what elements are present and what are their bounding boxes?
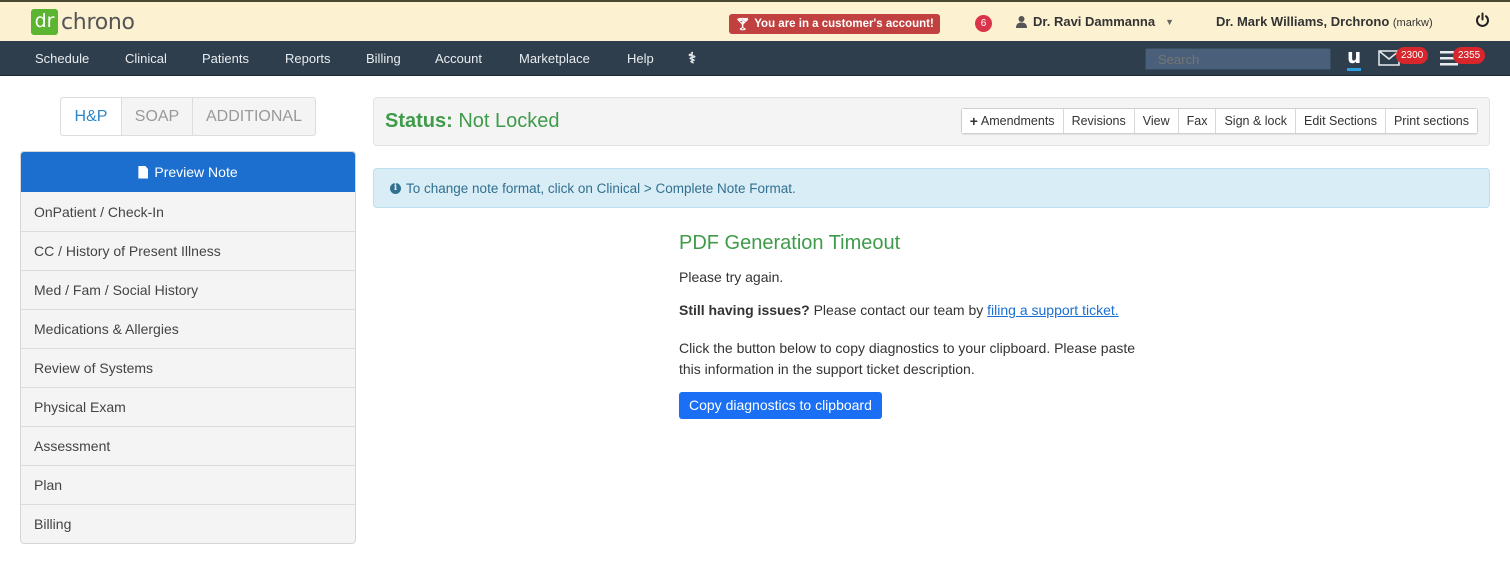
cocktail-glass-icon: 🍸︎: [735, 17, 751, 31]
copy-diagnostics-button[interactable]: Copy diagnostics to clipboard: [679, 392, 882, 419]
section-physical-exam[interactable]: Physical Exam: [21, 387, 355, 426]
note-section-list: Preview Note OnPatient / Check-In CC / H…: [20, 151, 356, 544]
notification-count-badge[interactable]: 6: [975, 15, 992, 32]
mail-count-badge[interactable]: 2300: [1396, 47, 1429, 64]
preview-note-button[interactable]: Preview Note: [21, 152, 355, 192]
caret-down-icon: ▼: [1165, 16, 1175, 27]
error-title: PDF Generation Timeout: [679, 232, 901, 254]
account-name-text: Dr. Mark Williams, Drchrono: [1216, 14, 1390, 29]
tasks-count-badge[interactable]: 2355: [1453, 47, 1486, 64]
section-assessment[interactable]: Assessment: [21, 426, 355, 465]
note-actions-toolbar: + Amendments Revisions View Fax Sign & l…: [960, 108, 1478, 134]
note-status: Status: Not Locked: [385, 110, 560, 133]
view-button[interactable]: View: [1134, 109, 1179, 133]
plus-icon: +: [969, 113, 978, 129]
current-user-name: Dr. Ravi Dammanna: [1033, 14, 1156, 29]
amendments-label: Amendments: [980, 114, 1055, 128]
preview-note-label: Preview Note: [154, 164, 238, 180]
caduceus-icon[interactable]: ⚕︎: [688, 49, 696, 67]
note-status-bar: Status: Not Locked + Amendments Revision…: [373, 97, 1490, 146]
nav-clinical[interactable]: Clinical: [125, 51, 167, 66]
power-logout-icon[interactable]: [1475, 12, 1490, 33]
instructions-line-2: this information in the support ticket d…: [679, 361, 975, 377]
search-input[interactable]: [1145, 48, 1331, 70]
note-format-info-alert: i To change note format, click on Clinic…: [373, 168, 1490, 208]
section-billing[interactable]: Billing: [21, 504, 355, 543]
info-alert-text: To change note format, click on Clinical…: [406, 180, 796, 196]
tab-hp[interactable]: H&P: [61, 98, 122, 135]
sign-lock-button[interactable]: Sign & lock: [1216, 109, 1296, 133]
retry-text: Please try again.: [679, 269, 784, 285]
support-paragraph: Still having issues? Please contact our …: [679, 300, 1199, 321]
amendments-button[interactable]: + Amendments: [961, 109, 1064, 133]
section-review-of-systems[interactable]: Review of Systems: [21, 348, 355, 387]
section-plan[interactable]: Plan: [21, 465, 355, 504]
fax-button[interactable]: Fax: [1178, 109, 1217, 133]
revisions-button[interactable]: Revisions: [1063, 109, 1135, 133]
section-med-fam-social-history[interactable]: Med / Fam / Social History: [21, 270, 355, 309]
nav-marketplace[interactable]: Marketplace: [519, 51, 590, 66]
nav-billing[interactable]: Billing: [366, 51, 401, 66]
nav-help[interactable]: Help: [627, 51, 654, 66]
status-value: Not Locked: [458, 110, 560, 132]
still-issues-bold: Still having issues?: [679, 302, 810, 318]
status-label: Status:: [385, 110, 453, 132]
info-icon: i: [390, 182, 401, 194]
edit-sections-button[interactable]: Edit Sections: [1296, 109, 1386, 133]
drchrono-logo[interactable]: dr chrono: [31, 9, 135, 35]
logo-text: chrono: [61, 9, 135, 35]
nav-reports[interactable]: Reports: [285, 51, 331, 66]
document-icon: [138, 165, 149, 179]
support-ticket-link[interactable]: filing a support ticket.: [987, 302, 1119, 318]
section-onpatient-checkin[interactable]: OnPatient / Check-In: [21, 192, 355, 231]
account-handle: (markw): [1392, 17, 1433, 29]
customer-account-alert[interactable]: 🍸︎ You are in a customer's account!: [729, 14, 940, 34]
print-sections-button[interactable]: Print sections: [1385, 109, 1477, 133]
account-name: Dr. Mark Williams, Drchrono (markw): [1216, 14, 1433, 29]
nav-patients[interactable]: Patients: [202, 51, 249, 66]
top-bar: dr chrono 🍸︎ You are in a customer's acc…: [0, 0, 1510, 41]
logo-mark: dr: [31, 9, 58, 35]
still-issues-text: Please contact our team by: [809, 302, 988, 318]
pdf-timeout-panel: PDF Generation Timeout Please try again.…: [679, 232, 1199, 419]
user-menu-dropdown[interactable]: Dr. Ravi Dammanna ▼: [1016, 14, 1174, 29]
u-app-icon[interactable]: u: [1347, 45, 1362, 71]
diagnostics-instructions: Click the button below to copy diagnosti…: [679, 338, 1199, 380]
note-format-tabs: H&P SOAP ADDITIONAL: [60, 97, 316, 136]
nav-schedule[interactable]: Schedule: [35, 51, 89, 66]
section-medications-allergies[interactable]: Medications & Allergies: [21, 309, 355, 348]
instructions-line-1: Click the button below to copy diagnosti…: [679, 340, 1136, 356]
tab-additional[interactable]: ADDITIONAL: [193, 98, 315, 135]
tab-soap[interactable]: SOAP: [122, 98, 193, 135]
nav-account[interactable]: Account: [435, 51, 482, 66]
section-cc-hpi[interactable]: CC / History of Present Illness: [21, 231, 355, 270]
customer-alert-text: You are in a customer's account!: [754, 18, 934, 30]
user-icon: [1016, 15, 1027, 28]
